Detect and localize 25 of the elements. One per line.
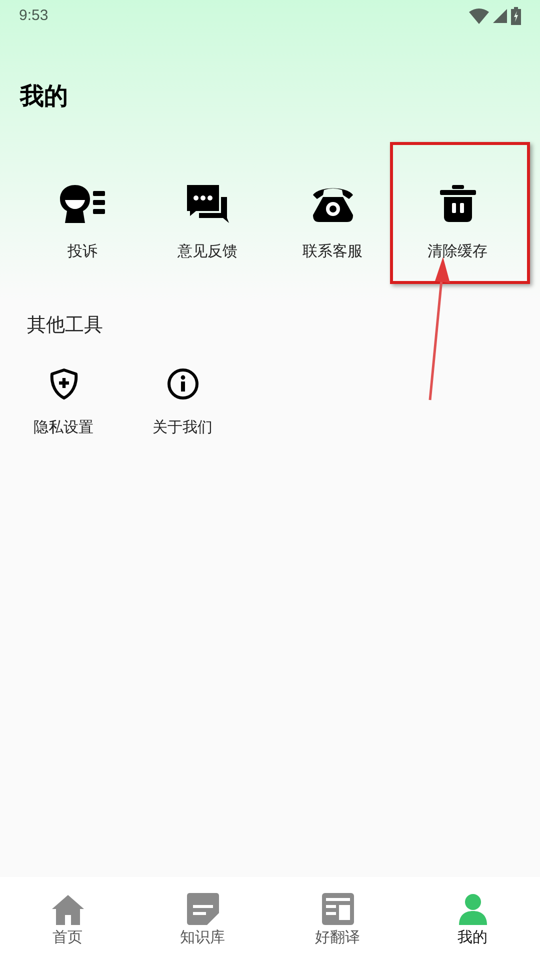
chat-bubbles-icon [186, 185, 228, 223]
nav-tab[interactable]: 首页 [0, 877, 135, 960]
signal-icon [493, 9, 507, 23]
action-label[interactable]: 投诉 [68, 241, 98, 264]
action-label[interactable]: 清除缓存 [428, 241, 488, 264]
action-label[interactable]: 联系客服 [302, 241, 362, 264]
battery-icon [511, 7, 521, 25]
person-icon [456, 893, 488, 925]
status-time: 9:53 [19, 6, 48, 26]
tool-label[interactable]: 关于我们 [152, 416, 212, 439]
layout-icon [322, 893, 354, 925]
document-icon [186, 893, 218, 925]
tool-label[interactable]: 隐私设置 [34, 416, 94, 439]
info-icon [166, 368, 198, 400]
page-title: 我的 [20, 82, 68, 112]
nav-tab[interactable]: 好翻译 [270, 877, 405, 960]
nav-tab[interactable]: 我的 [405, 877, 540, 960]
section-heading: 其他工具 [27, 314, 103, 338]
shield-plus-icon [48, 368, 78, 400]
person-list-icon [60, 185, 106, 223]
nav-tab[interactable]: 知识库 [135, 877, 270, 960]
home-icon [52, 895, 84, 925]
wifi-icon [469, 8, 489, 24]
action-label[interactable]: 意见反馈 [178, 241, 238, 264]
trash-icon [440, 185, 476, 223]
